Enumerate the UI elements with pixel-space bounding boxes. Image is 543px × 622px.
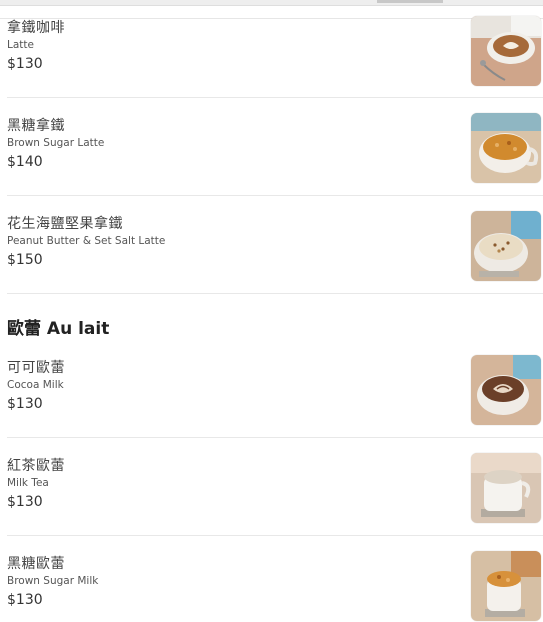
item-name-en: Brown Sugar Milk — [7, 575, 99, 587]
item-name-zh: 黑糖拿鐵 — [7, 118, 65, 134]
brown-sugar-milk-photo — [471, 551, 541, 621]
item-name-zh: 黑糖歐蕾 — [7, 556, 65, 572]
item-name-en: Latte — [7, 39, 34, 51]
menu-item[interactable]: 可可歐蕾 Cocoa Milk $130 — [0, 340, 543, 438]
item-price: $130 — [7, 56, 43, 72]
milk-tea-photo — [471, 453, 541, 523]
item-price: $130 — [7, 396, 43, 412]
item-name-en: Peanut Butter & Set Salt Latte — [7, 235, 166, 247]
menu-item[interactable]: 黑糖拿鐵 Brown Sugar Latte $140 — [0, 98, 543, 196]
menu-item[interactable]: 拿鐵咖啡 Latte $130 — [0, 0, 543, 98]
menu-item[interactable]: 紅茶歐蕾 Milk Tea $130 — [0, 438, 543, 536]
menu-item[interactable]: 黑糖歐蕾 Brown Sugar Milk $130 — [0, 536, 543, 622]
item-name-en: Cocoa Milk — [7, 379, 64, 391]
section-title: 歐蕾 Au lait — [7, 319, 110, 339]
item-price: $130 — [7, 494, 43, 510]
item-name-en: Brown Sugar Latte — [7, 137, 105, 149]
peanut-salt-latte-photo — [471, 211, 541, 281]
item-name-zh: 花生海鹽堅果拿鐵 — [7, 216, 123, 232]
item-name-zh: 拿鐵咖啡 — [7, 20, 65, 36]
item-name-zh: 可可歐蕾 — [7, 360, 65, 376]
menu-item[interactable]: 花生海鹽堅果拿鐵 Peanut Butter & Set Salt Latte … — [0, 196, 543, 294]
item-name-zh: 紅茶歐蕾 — [7, 458, 65, 474]
item-price: $130 — [7, 592, 43, 608]
divider — [7, 293, 543, 294]
item-price: $140 — [7, 154, 43, 170]
brown-sugar-latte-photo — [471, 113, 541, 183]
item-name-en: Milk Tea — [7, 477, 49, 489]
menu-page: 拿鐵咖啡 Latte $130 黑糖拿鐵 Brown Sugar Latte $… — [0, 0, 543, 622]
item-price: $150 — [7, 252, 43, 268]
latte-art-photo — [471, 16, 541, 86]
cocoa-milk-photo — [471, 355, 541, 425]
